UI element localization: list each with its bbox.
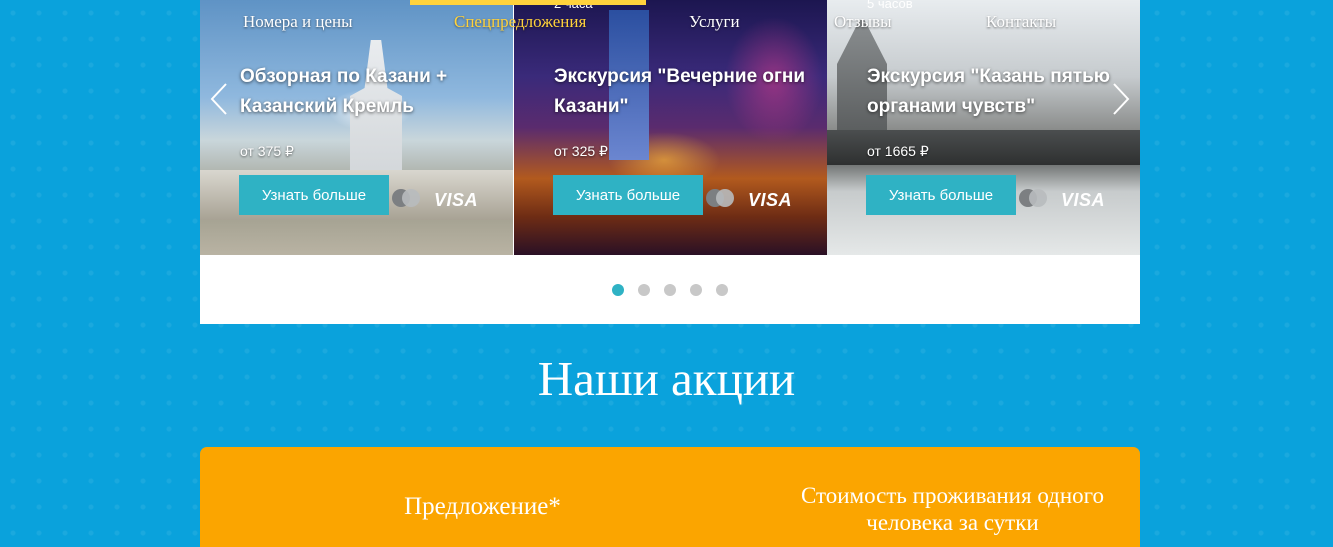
tours-slider: Обзорная по Казани + Казанский Кремль от… <box>200 0 1140 324</box>
visa-logo: VISA <box>434 190 479 210</box>
pagination-dot-3[interactable] <box>664 284 676 296</box>
learn-more-button[interactable]: Узнать больше <box>866 175 1016 215</box>
pagination-dot-5[interactable] <box>716 284 728 296</box>
column-header-offer: Предложение* <box>404 493 561 520</box>
slide-price: от 325 ₽ <box>554 143 608 159</box>
mastercard-icon <box>1019 189 1049 209</box>
slider-pagination <box>612 284 728 296</box>
nav-item-rooms[interactable]: Номера и цены <box>243 12 353 32</box>
nav-item-reviews[interactable]: Отзывы <box>834 12 892 32</box>
visa-logo: VISA <box>1061 190 1106 210</box>
slide-price: от 1665 ₽ <box>867 143 929 159</box>
chevron-right-icon[interactable] <box>1110 82 1132 116</box>
slide-price: от 375 ₽ <box>240 143 294 159</box>
nav-item-contacts[interactable]: Контакты <box>986 12 1056 32</box>
pagination-dot-4[interactable] <box>690 284 702 296</box>
visa-logo: VISA <box>748 190 793 210</box>
pagination-dot-2[interactable] <box>638 284 650 296</box>
learn-more-button[interactable]: Узнать больше <box>553 175 703 215</box>
pagination-dot-1[interactable] <box>612 284 624 296</box>
mastercard-icon <box>706 189 736 209</box>
mastercard-icon <box>392 189 422 209</box>
slide-title: Экскурсия "Вечерние огни Казани" <box>554 66 806 117</box>
chevron-left-icon[interactable] <box>208 82 230 116</box>
active-nav-indicator <box>410 0 646 5</box>
section-title: Наши акции <box>537 351 796 406</box>
nav-item-services[interactable]: Услуги <box>689 12 740 32</box>
column-header-price: Стоимость проживания одного человека за … <box>800 483 1105 535</box>
learn-more-button[interactable]: Узнать больше <box>239 175 389 215</box>
promos-table-header: Предложение* Стоимость проживания одного… <box>200 447 1140 547</box>
slide-title: Обзорная по Казани + Казанский Кремль <box>240 66 448 117</box>
top-navigation: Номера и цены Спецпредложения Услуги Отз… <box>200 0 1140 42</box>
nav-item-special-offers[interactable]: Спецпредложения <box>454 12 586 32</box>
slide-title: Экскурсия "Казань пятью органами чувств" <box>867 66 1110 117</box>
